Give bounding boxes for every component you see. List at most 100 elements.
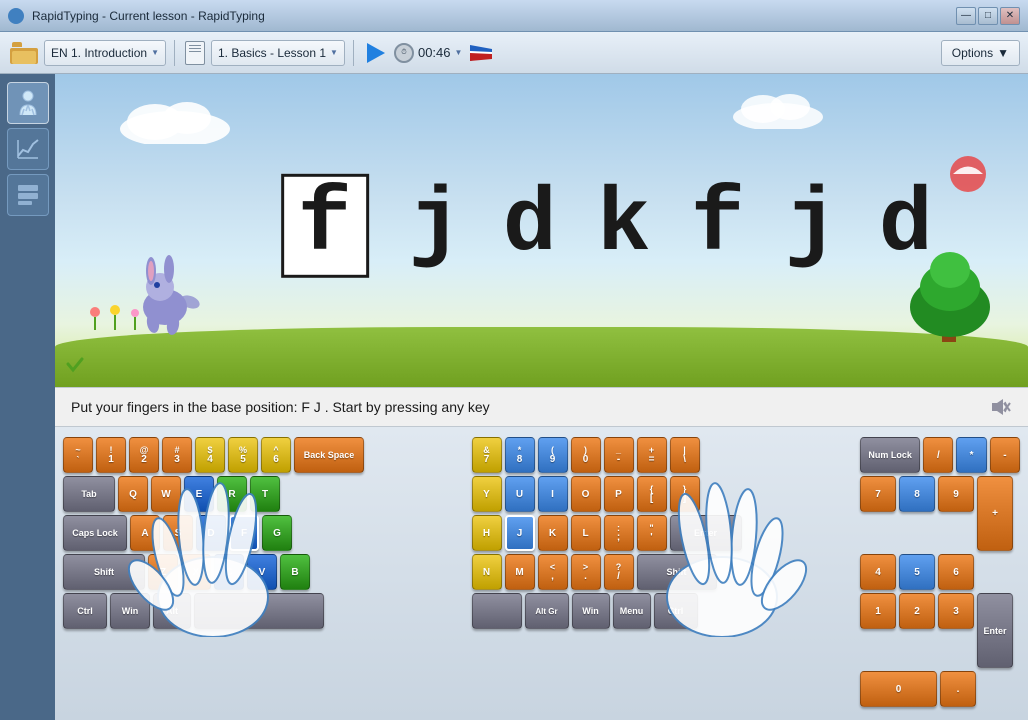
key-period[interactable]: >. <box>571 554 601 590</box>
numpad-9[interactable]: 9 <box>938 476 974 512</box>
options-button[interactable]: Options ▼ <box>941 40 1020 66</box>
numpad-1[interactable]: 1 <box>860 593 896 629</box>
key-g[interactable]: G <box>262 515 292 551</box>
numpad-enter[interactable]: Enter <box>977 593 1013 668</box>
numpad-minus[interactable]: - <box>990 437 1020 473</box>
key-u[interactable]: U <box>505 476 535 512</box>
numpad-slash[interactable]: / <box>923 437 953 473</box>
key-tab[interactable]: Tab <box>63 476 115 512</box>
key-capslock[interactable]: Caps Lock <box>63 515 127 551</box>
key-slash[interactable]: ?/ <box>604 554 634 590</box>
letters-display: f j d k f j d <box>281 173 933 277</box>
sidebar-item-lessons[interactable] <box>7 174 49 216</box>
key-n[interactable]: N <box>472 554 502 590</box>
numpad-7[interactable]: 7 <box>860 476 896 512</box>
numpad-5[interactable]: 5 <box>899 554 935 590</box>
key-ctrl-left[interactable]: Ctrl <box>63 593 107 629</box>
timer-dropdown-arrow: ▼ <box>455 48 463 57</box>
key-menu[interactable]: Menu <box>613 593 651 629</box>
numpad-dot[interactable]: . <box>940 671 976 707</box>
key-shift-left[interactable]: Shift <box>63 554 145 590</box>
key-d[interactable]: D <box>196 515 226 551</box>
key-f[interactable]: F <box>229 515 259 551</box>
key-2[interactable]: @2 <box>129 437 159 473</box>
play-button[interactable] <box>362 39 390 67</box>
key-6[interactable]: ^6 <box>261 437 291 473</box>
key-e[interactable]: E <box>184 476 214 512</box>
key-t[interactable]: T <box>250 476 280 512</box>
key-bracket-open[interactable]: {[ <box>637 476 667 512</box>
key-tilde[interactable]: ~` <box>63 437 93 473</box>
toolbar-separator-2 <box>353 40 354 66</box>
key-shift-right[interactable]: Shift <box>637 554 717 590</box>
key-q[interactable]: Q <box>118 476 148 512</box>
key-1[interactable]: !1 <box>96 437 126 473</box>
key-row-4-right: N M <, >. ?/ Shift <box>472 554 853 590</box>
key-b[interactable]: B <box>280 554 310 590</box>
key-quote[interactable]: "' <box>637 515 667 551</box>
numpad-numlock[interactable]: Num Lock <box>860 437 920 473</box>
numpad-0[interactable]: 0 <box>860 671 937 707</box>
sidebar <box>0 74 55 720</box>
bird-decoration <box>938 154 998 199</box>
key-enter[interactable]: Enter <box>670 515 742 551</box>
key-p[interactable]: P <box>604 476 634 512</box>
key-5[interactable]: %5 <box>228 437 258 473</box>
key-9[interactable]: (9 <box>538 437 568 473</box>
lesson-dropdown[interactable]: 1. Basics - Lesson 1 ▼ <box>211 40 345 66</box>
key-backslash[interactable]: |\ <box>670 437 700 473</box>
key-a[interactable]: A <box>130 515 160 551</box>
key-minus[interactable]: _- <box>604 437 634 473</box>
key-y[interactable]: Y <box>472 476 502 512</box>
numpad-asterisk[interactable]: * <box>956 437 986 473</box>
key-w[interactable]: W <box>151 476 181 512</box>
key-z[interactable]: Z <box>148 554 178 590</box>
close-button[interactable]: ✕ <box>1000 7 1020 25</box>
key-altgr[interactable]: Alt Gr <box>525 593 569 629</box>
numpad-2[interactable]: 2 <box>899 593 935 629</box>
key-c[interactable]: C <box>214 554 244 590</box>
sound-button[interactable] <box>988 395 1012 419</box>
lesson-label: 1. Basics - Lesson 1 <box>218 46 326 60</box>
key-ctrl-right[interactable]: Ctrl <box>654 593 698 629</box>
sidebar-item-progress[interactable] <box>7 128 49 170</box>
key-8[interactable]: *8 <box>505 437 535 473</box>
lesson-area: f j d k f j d <box>55 74 1028 720</box>
maximize-button[interactable]: □ <box>978 7 998 25</box>
key-o[interactable]: O <box>571 476 601 512</box>
key-j[interactable]: J <box>505 515 535 551</box>
key-win-right[interactable]: Win <box>572 593 610 629</box>
key-4[interactable]: $4 <box>195 437 225 473</box>
key-bracket-close[interactable]: }] <box>670 476 700 512</box>
key-0[interactable]: )0 <box>571 437 601 473</box>
key-r[interactable]: R <box>217 476 247 512</box>
numpad-plus[interactable]: + <box>977 476 1013 551</box>
keyboard-right: &7 *8 (9 )0 _- += |\ Y U I O P {[ }] <box>472 437 853 632</box>
key-semicolon[interactable]: :; <box>604 515 634 551</box>
key-l[interactable]: L <box>571 515 601 551</box>
numpad-8[interactable]: 8 <box>899 476 935 512</box>
key-k[interactable]: K <box>538 515 568 551</box>
key-s[interactable]: S <box>163 515 193 551</box>
key-3[interactable]: #3 <box>162 437 192 473</box>
timer-group[interactable]: ⏱ 00:46 ▼ <box>394 43 462 63</box>
key-alt-left[interactable]: Alt <box>153 593 191 629</box>
numpad-3[interactable]: 3 <box>938 593 974 629</box>
course-dropdown[interactable]: EN 1. Introduction ▼ <box>44 40 166 66</box>
key-h[interactable]: H <box>472 515 502 551</box>
key-equals[interactable]: += <box>637 437 667 473</box>
key-ampersand[interactable]: &7 <box>472 437 502 473</box>
key-m[interactable]: M <box>505 554 535 590</box>
key-i[interactable]: I <box>538 476 568 512</box>
minimize-button[interactable]: — <box>956 7 976 25</box>
key-x[interactable]: X <box>181 554 211 590</box>
key-space-right[interactable] <box>472 593 522 629</box>
numpad-6[interactable]: 6 <box>938 554 974 590</box>
key-win-left[interactable]: Win <box>110 593 150 629</box>
key-space-left[interactable] <box>194 593 324 629</box>
key-backspace[interactable]: Back Space <box>294 437 364 473</box>
key-v[interactable]: V <box>247 554 277 590</box>
numpad-4[interactable]: 4 <box>860 554 896 590</box>
sidebar-item-student[interactable] <box>7 82 49 124</box>
key-comma[interactable]: <, <box>538 554 568 590</box>
